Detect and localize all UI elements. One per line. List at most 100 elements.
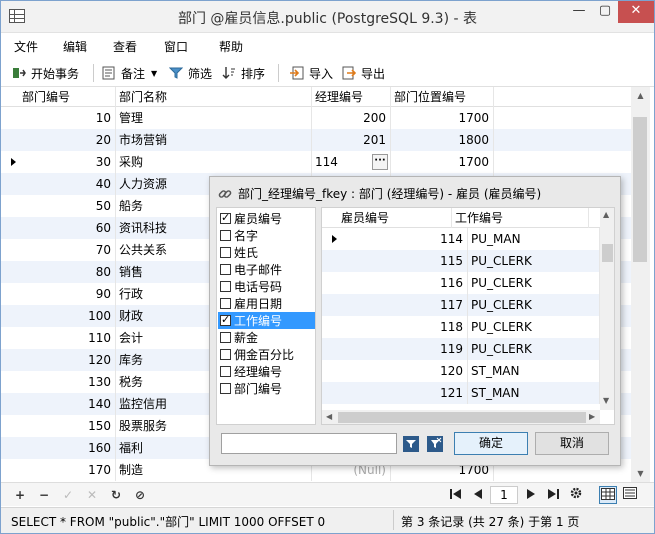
minimize-button[interactable]: — — [566, 1, 592, 23]
table-row[interactable]: 20 市场营销 201 1800 — [1, 129, 631, 151]
scroll-thumb[interactable] — [602, 244, 613, 262]
apply-changes-icon[interactable]: ✓ — [59, 486, 77, 504]
note-button[interactable]: 备注 ▼ — [102, 64, 157, 82]
checkbox-icon[interactable] — [220, 298, 231, 309]
lookup-cell-emp-id[interactable]: 120 — [338, 360, 468, 382]
cell-dept-id[interactable]: 10 — [19, 107, 116, 129]
field-list-item[interactable]: 雇员编号 — [218, 210, 315, 227]
lookup-cell-job-id[interactable]: PU_CLERK — [468, 250, 600, 272]
cell-location-id[interactable]: 1800 — [391, 129, 494, 151]
lookup-cell-emp-id[interactable]: 117 — [338, 294, 468, 316]
cell-dept-id[interactable]: 30 — [19, 151, 116, 173]
field-list-item[interactable]: 工作编号 — [218, 312, 315, 329]
row-indicator[interactable] — [1, 437, 19, 459]
menu-view[interactable]: 查看 — [113, 38, 137, 55]
row-indicator[interactable] — [322, 360, 338, 382]
row-indicator[interactable] — [1, 195, 19, 217]
cell-dept-id[interactable]: 40 — [19, 173, 116, 195]
row-indicator[interactable] — [1, 371, 19, 393]
menu-edit[interactable]: 编辑 — [63, 38, 87, 55]
refresh-icon[interactable]: ↻ — [107, 486, 125, 504]
lookup-cell-emp-id[interactable]: 121 — [338, 382, 468, 404]
row-indicator[interactable] — [1, 349, 19, 371]
previous-page-icon[interactable] — [469, 486, 487, 504]
scroll-right-icon[interactable]: ▶ — [589, 412, 595, 421]
field-list-item[interactable]: 电子邮件 — [218, 261, 315, 278]
stop-icon[interactable]: ⊘ — [131, 486, 149, 504]
lookup-row[interactable]: 116 PU_CLERK — [322, 272, 600, 294]
lookup-row[interactable]: 118 PU_CLERK — [322, 316, 600, 338]
checkbox-icon[interactable] — [220, 281, 231, 292]
lookup-cell-emp-id[interactable]: 119 — [338, 338, 468, 360]
add-record-icon[interactable]: + — [11, 486, 29, 504]
row-indicator[interactable] — [322, 294, 338, 316]
field-list-item[interactable]: 部门编号 — [218, 380, 315, 397]
lookup-cell-job-id[interactable]: PU_CLERK — [468, 338, 600, 360]
cell-dept-id[interactable]: 90 — [19, 283, 116, 305]
cancel-button[interactable]: 取消 — [535, 432, 609, 455]
cell-location-id[interactable]: 1700 — [391, 107, 494, 129]
lookup-column-header-emp-id[interactable]: 雇员编号 — [338, 208, 452, 228]
row-indicator[interactable] — [1, 107, 19, 129]
ok-button[interactable]: 确定 — [454, 432, 528, 455]
page-number-input[interactable]: 1 — [490, 486, 518, 504]
grid-view-icon[interactable] — [599, 486, 617, 504]
lookup-horizontal-scrollbar[interactable]: ◀ ▶ — [322, 410, 600, 424]
cell-dept-id[interactable]: 120 — [19, 349, 116, 371]
row-indicator[interactable] — [322, 250, 338, 272]
lookup-cell-job-id[interactable]: ST_MAN — [468, 382, 600, 404]
last-page-icon[interactable] — [544, 486, 562, 504]
lookup-row[interactable]: 114 PU_MAN — [322, 228, 600, 250]
lookup-row[interactable]: 120 ST_MAN — [322, 360, 600, 382]
row-indicator[interactable] — [1, 283, 19, 305]
checkbox-icon[interactable] — [220, 247, 231, 258]
grid-vertical-scrollbar[interactable]: ▲ ▼ — [631, 87, 650, 482]
lookup-cell-job-id[interactable]: ST_MAN — [468, 360, 600, 382]
lookup-cell-job-id[interactable]: PU_CLERK — [468, 272, 600, 294]
menu-window[interactable]: 窗口 — [164, 38, 188, 55]
cell-dept-name[interactable]: 采购 — [116, 151, 312, 173]
scroll-up-icon[interactable]: ▲ — [603, 210, 609, 219]
menu-help[interactable]: 帮助 — [219, 38, 243, 55]
checkbox-icon[interactable] — [220, 264, 231, 275]
row-indicator[interactable] — [1, 173, 19, 195]
checkbox-checked-icon[interactable] — [220, 313, 231, 327]
cell-dept-id[interactable]: 160 — [19, 437, 116, 459]
row-indicator[interactable] — [322, 272, 338, 294]
table-row[interactable]: 30 采购 114 1700 ··· — [1, 151, 631, 173]
row-indicator[interactable] — [322, 316, 338, 338]
clear-filter-icon[interactable] — [426, 435, 444, 453]
field-list-item[interactable]: 雇用日期 — [218, 295, 315, 312]
field-list-item[interactable]: 电话号码 — [218, 278, 315, 295]
lookup-row[interactable]: 121 ST_MAN — [322, 382, 600, 404]
cell-dept-id[interactable]: 110 — [19, 327, 116, 349]
current-row-indicator-icon[interactable] — [1, 151, 19, 173]
cell-dept-id[interactable]: 130 — [19, 371, 116, 393]
sort-button[interactable]: 排序 — [222, 64, 265, 82]
field-list-item[interactable]: 名字 — [218, 227, 315, 244]
field-list-item[interactable]: 佣金百分比 — [218, 346, 315, 363]
field-list-item[interactable]: 姓氏 — [218, 244, 315, 261]
row-indicator[interactable] — [1, 261, 19, 283]
maximize-button[interactable]: ▢ — [592, 1, 618, 23]
menu-file[interactable]: 文件 — [14, 38, 38, 55]
checkbox-icon[interactable] — [220, 366, 231, 377]
lookup-cell-job-id[interactable]: PU_CLERK — [468, 294, 600, 316]
import-button[interactable]: 导入 — [290, 64, 333, 82]
row-indicator[interactable] — [322, 338, 338, 360]
scroll-thumb[interactable] — [338, 412, 586, 423]
close-button[interactable]: ✕ — [618, 1, 654, 23]
first-page-icon[interactable] — [447, 486, 465, 504]
cell-manager-id[interactable]: 200 — [312, 107, 391, 129]
lookup-cell-job-id[interactable]: PU_CLERK — [468, 316, 600, 338]
lookup-cell-emp-id[interactable]: 115 — [338, 250, 468, 272]
settings-gear-icon[interactable] — [567, 486, 585, 504]
checkbox-icon[interactable] — [220, 332, 231, 343]
begin-transaction-button[interactable]: 开始事务 — [12, 64, 79, 82]
next-page-icon[interactable] — [522, 486, 540, 504]
cell-dept-id[interactable]: 140 — [19, 393, 116, 415]
cell-dept-id[interactable]: 20 — [19, 129, 116, 151]
cell-location-id[interactable]: 1700 — [391, 151, 494, 173]
cell-dept-name[interactable]: 市场营销 — [116, 129, 312, 151]
cell-dept-id[interactable]: 70 — [19, 239, 116, 261]
